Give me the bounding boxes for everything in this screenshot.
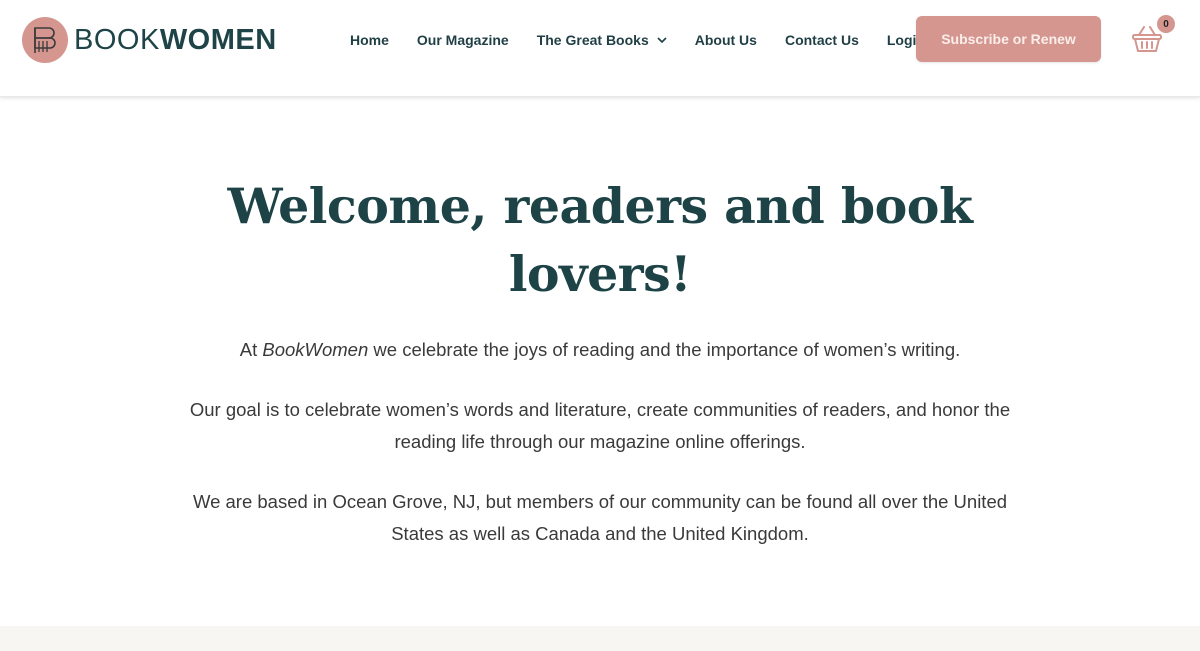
subscribe-button[interactable]: Subscribe or Renew <box>916 16 1101 62</box>
logo-word-bold: WOMEN <box>159 23 277 56</box>
site-header: BOOK WOMEN Home Our Magazine The Great Bo… <box>0 0 1200 97</box>
intro-suffix: we celebrate the joys of reading and the… <box>368 339 961 360</box>
chevron-down-icon <box>657 36 667 44</box>
logo-wordmark: BOOK WOMEN <box>74 24 277 57</box>
logo-word-light: BOOK <box>74 23 160 56</box>
logo-badge-icon <box>22 17 68 63</box>
intro-brand: BookWomen <box>262 339 369 360</box>
nav-the-great-books-label: The Great Books <box>536 32 649 48</box>
next-section-band <box>0 626 1200 651</box>
nav-our-magazine[interactable]: Our Magazine <box>403 32 523 48</box>
nav-home[interactable]: Home <box>336 32 403 48</box>
intro-paragraph: At BookWomen we celebrate the joys of re… <box>170 334 1030 366</box>
page-title: Welcome, readers and book lovers! <box>227 177 973 303</box>
site-logo[interactable]: BOOK WOMEN <box>22 16 277 64</box>
location-paragraph: We are based in Ocean Grove, NJ, but mem… <box>192 491 1008 544</box>
goal-paragraph: Our goal is to celebrate women’s words a… <box>189 399 1011 452</box>
nav-contact-us[interactable]: Contact Us <box>771 32 873 48</box>
nav-the-great-books[interactable]: The Great Books <box>523 32 681 48</box>
nav-about-us[interactable]: About Us <box>681 32 771 48</box>
intro-prefix: At <box>239 339 263 360</box>
main-nav: Home Our Magazine The Great Books About … <box>336 28 939 52</box>
cart-count-badge: 0 <box>1157 15 1175 33</box>
